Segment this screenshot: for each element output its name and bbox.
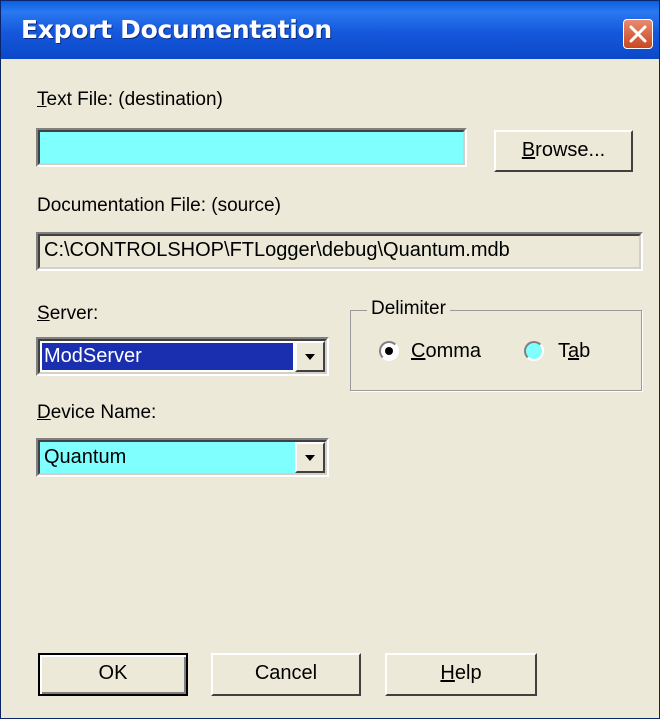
export-documentation-dialog: Export Documentation Text File: (destina… <box>0 0 660 719</box>
doc-file-field: C:\CONTROLSHOP\FTLogger\debug\Quantum.md… <box>36 232 643 271</box>
device-dropdown-button[interactable] <box>295 442 325 473</box>
radio-unchecked-icon[interactable] <box>524 341 544 361</box>
server-dropdown-button[interactable] <box>295 341 325 372</box>
title-bar[interactable]: Export Documentation <box>1 1 659 59</box>
ok-button[interactable]: OK <box>38 653 188 696</box>
radio-tab-label[interactable]: Tab <box>558 340 590 363</box>
text-file-label: Text File: (destination) <box>37 89 223 110</box>
help-button[interactable]: Help <box>385 653 537 696</box>
radio-comma-label[interactable]: Comma <box>411 340 481 363</box>
cancel-button[interactable]: Cancel <box>211 653 361 696</box>
radio-checked-icon[interactable] <box>379 341 399 361</box>
server-value: ModServer <box>44 345 142 367</box>
delimiter-group-title: Delimiter <box>367 298 450 320</box>
dialog-title: Export Documentation <box>21 15 332 44</box>
browse-button[interactable]: Browse... <box>494 130 633 172</box>
device-label: Device Name: <box>37 402 157 423</box>
device-select[interactable]: Quantum <box>36 438 329 477</box>
doc-file-value: C:\CONTROLSHOP\FTLogger\debug\Quantum.md… <box>44 239 510 261</box>
device-value: Quantum <box>44 446 127 468</box>
server-select[interactable]: ModServer <box>36 337 329 376</box>
close-button[interactable] <box>623 19 653 49</box>
close-icon <box>629 25 647 43</box>
doc-file-label: Documentation File: (source) <box>37 195 281 216</box>
server-label: Server: <box>37 303 99 324</box>
chevron-down-icon <box>305 455 315 461</box>
text-file-input[interactable] <box>36 128 467 167</box>
chevron-down-icon <box>305 354 315 360</box>
